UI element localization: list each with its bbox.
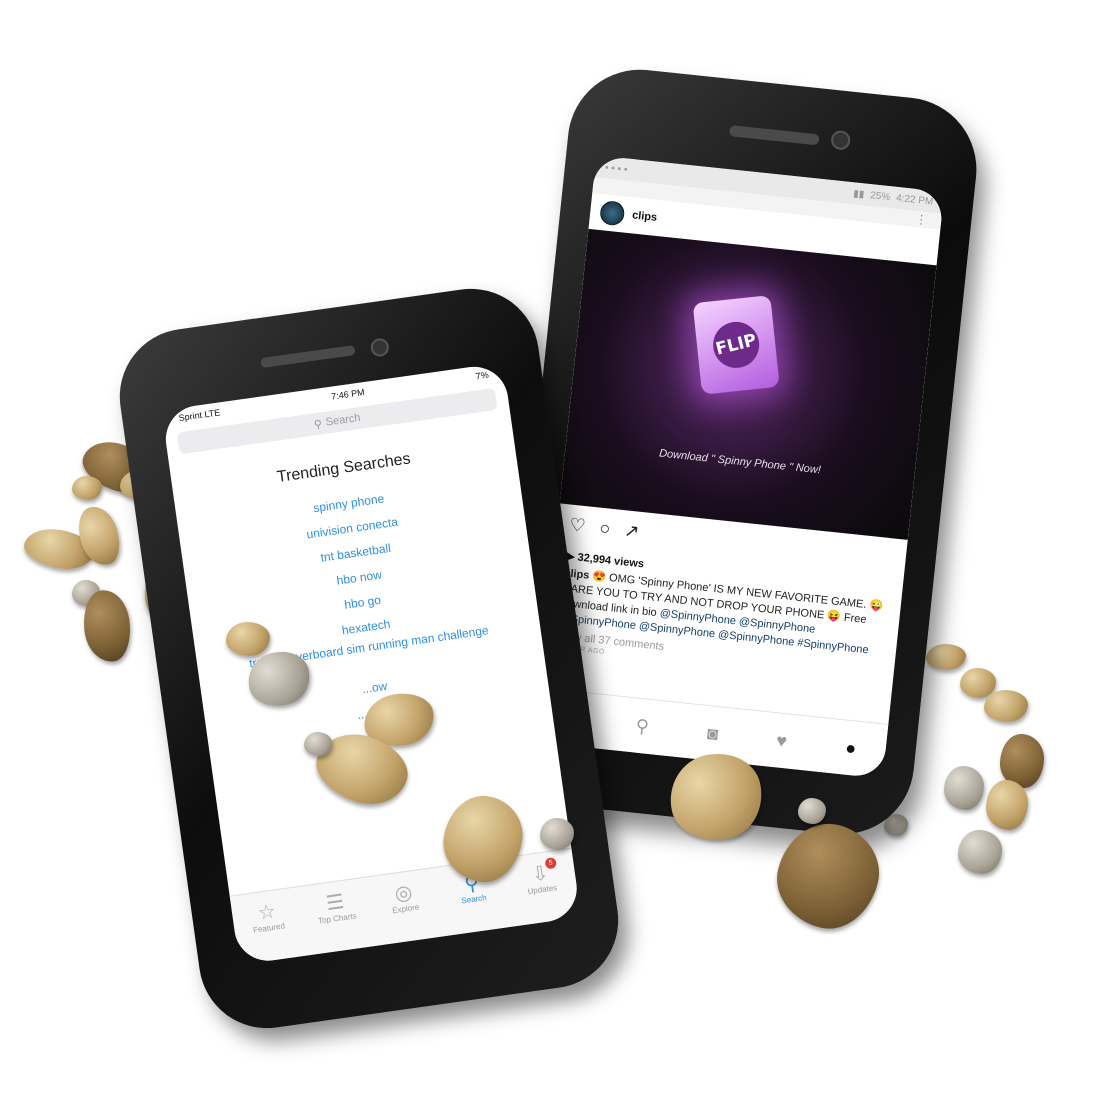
comment-icon[interactable]: ○ (598, 518, 611, 540)
tab-explore[interactable]: ◎ Explore (375, 879, 434, 917)
tab-label: Top Charts (317, 911, 358, 926)
tab-label: Featured (252, 921, 286, 935)
updates-badge: 5 (544, 856, 557, 870)
battery-level: 7% (475, 369, 490, 382)
rock (304, 732, 332, 756)
video-overlay-text: Download " Spinny Phone " Now! (658, 447, 822, 477)
search-icon: ⚲ (313, 417, 323, 431)
notification-icons: ▪ ▪ ▪ ▪ (604, 161, 628, 176)
post-username[interactable]: clips (632, 209, 658, 224)
heart-icon[interactable]: ♥ (775, 730, 788, 752)
compass-icon: ◎ (393, 881, 414, 906)
battery-level: 25% (869, 189, 891, 203)
tab-featured[interactable]: ☆ Featured (238, 898, 297, 936)
rock (944, 766, 984, 810)
tab-label: Search (460, 893, 488, 906)
rock (798, 798, 826, 824)
rock (226, 622, 270, 656)
profile-icon[interactable]: ● (844, 737, 857, 759)
rock (72, 476, 102, 500)
camera-icon[interactable]: ◙ (706, 723, 719, 745)
logo-text: FLIP (708, 317, 765, 373)
tab-updates[interactable]: ⇩ 5 Updates (511, 856, 570, 898)
status-time: 7:46 PM (330, 387, 366, 402)
list-icon: ☰ (324, 890, 346, 916)
rock (984, 690, 1028, 722)
instagram-screen: ▪ ▪ ▪ ▪ ▮▮ 25% 4:22 PM ⋮ clips FLIP Down… (534, 155, 945, 779)
status-time: 4:22 PM (895, 192, 934, 208)
signal-icon: ▮▮ (852, 187, 865, 200)
rock (958, 830, 1002, 874)
rock (540, 818, 574, 850)
star-icon: ☆ (256, 900, 278, 925)
heart-icon[interactable]: ♡ (568, 515, 586, 538)
carrier: Sprint LTE (178, 407, 221, 424)
post-video[interactable]: FLIP Download " Spinny Phone " Now! (559, 228, 937, 540)
rock (986, 780, 1028, 830)
game-logo: FLIP (692, 295, 780, 395)
avatar[interactable] (599, 200, 626, 227)
search-placeholder: Search (325, 411, 362, 429)
tab-top-charts[interactable]: ☰ Top Charts (306, 888, 365, 926)
rock (926, 644, 966, 670)
tab-label: Updates (526, 883, 558, 897)
share-icon[interactable]: ↗ (623, 520, 640, 542)
search-icon[interactable]: ⚲ (635, 715, 650, 737)
